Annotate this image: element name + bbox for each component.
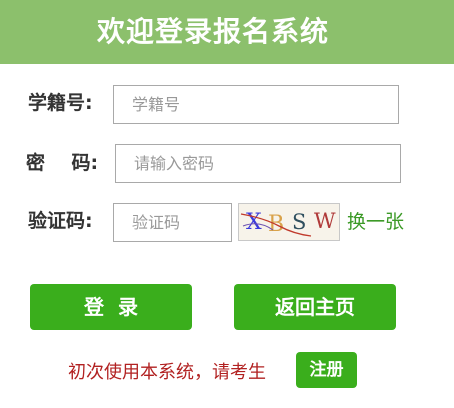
password-input[interactable] bbox=[115, 144, 401, 183]
captcha-label: 验证码: bbox=[28, 210, 93, 232]
captcha-input[interactable] bbox=[113, 203, 232, 242]
back-home-button[interactable]: 返回主页 bbox=[234, 284, 396, 330]
captcha-char: S bbox=[292, 210, 306, 234]
refresh-captcha-link[interactable]: 换一张 bbox=[347, 207, 404, 237]
student-id-label: 学籍号: bbox=[28, 92, 93, 114]
register-button[interactable]: 注册 bbox=[296, 352, 357, 388]
header-bar: 欢迎登录报名系统 bbox=[0, 0, 454, 64]
register-prompt: 初次使用本系统，请考生 bbox=[68, 362, 266, 383]
login-button[interactable]: 登 录 bbox=[30, 284, 192, 330]
student-id-input[interactable] bbox=[113, 85, 399, 124]
page-title: 欢迎登录报名系统 bbox=[96, 15, 329, 48]
captcha-char: X bbox=[246, 210, 262, 235]
captcha-image[interactable]: X B S W bbox=[238, 203, 340, 241]
login-page: 欢迎登录报名系统 学籍号: 密 码: 验证码: X B S W 换一张 登 录 … bbox=[0, 0, 454, 408]
captcha-char: W bbox=[314, 209, 336, 233]
password-label: 密 码: bbox=[26, 152, 99, 174]
